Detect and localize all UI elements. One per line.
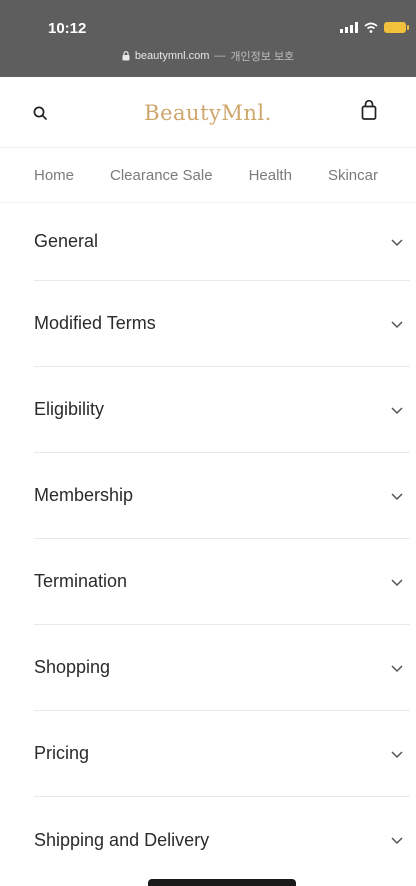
chevron-down-icon [391,837,403,845]
nav-clearance-sale[interactable]: Clearance Sale [110,167,213,184]
accordion-membership[interactable]: Membership [34,453,410,539]
url-separator: — [214,50,226,62]
wifi-icon [364,22,378,33]
accordion-termination[interactable]: Termination [34,539,410,625]
chevron-down-icon [391,578,403,586]
brand-logo[interactable]: BeautyMnl. [0,101,416,125]
accordion-modified-terms[interactable]: Modified Terms [34,281,410,367]
status-bar: 10:12 beautymnl.com — 개인정보 보호 [0,0,416,77]
chevron-down-icon [391,238,403,246]
accordion-label: Shipping and Delivery [34,829,210,850]
accordion-eligibility[interactable]: Eligibility [34,367,410,453]
nav-skincare[interactable]: Skincar [328,167,378,184]
shopping-bag-icon[interactable] [360,99,378,121]
accordion-label: Pricing [34,743,90,763]
accordion-shopping[interactable]: Shopping [34,625,410,711]
status-time: 10:12 [48,20,87,37]
nav-health[interactable]: Health [249,167,292,184]
chevron-down-icon [391,320,403,328]
battery-charging-icon [384,22,409,33]
chevron-down-icon [391,492,403,500]
privacy-text: 개인정보 보호 [230,51,295,63]
accordion-shipping-and-delivery[interactable]: Shipping and Delivery [34,797,410,883]
nav-home[interactable]: Home [34,167,74,184]
status-icons [340,22,409,33]
accordion-label: Membership [34,485,134,505]
chevron-down-icon [391,664,403,672]
url-text: beautymnl.com [134,50,210,62]
accordion-general[interactable]: General [34,203,410,281]
terms-accordion: General Modified Terms Eligibility Membe… [0,203,416,883]
accordion-label: Shopping [34,657,111,677]
cellular-signal-icon [340,22,358,33]
home-indicator[interactable] [148,879,296,886]
accordion-label: Eligibility [34,399,105,419]
chevron-down-icon [391,750,403,758]
category-nav: Home Clearance Sale Health Skincar [0,148,416,203]
chevron-down-icon [391,406,403,414]
url-bar[interactable]: beautymnl.com — 개인정보 보호 [0,48,416,64]
accordion-label: Modified Terms [34,313,156,333]
accordion-label: Termination [34,571,128,591]
site-header: BeautyMnl. [0,77,416,148]
accordion-label: General [34,231,99,251]
lock-icon [122,51,130,61]
accordion-pricing[interactable]: Pricing [34,711,410,797]
